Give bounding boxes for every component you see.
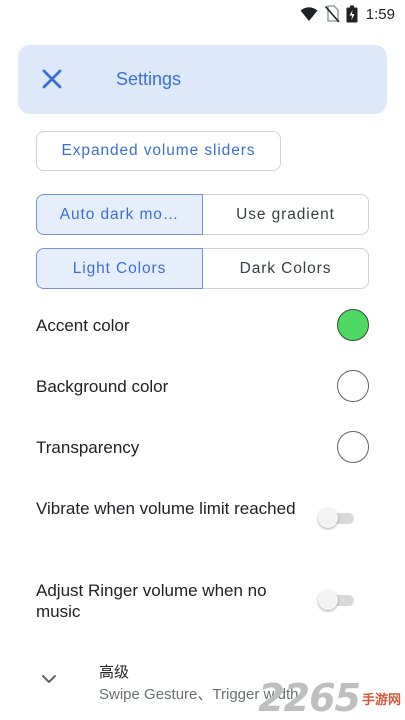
- site-watermark: 2265 手游网: [258, 676, 401, 720]
- background-color-swatch[interactable]: [337, 370, 369, 402]
- dark-colors-button[interactable]: Dark Colors: [203, 248, 369, 289]
- battery-icon: [346, 5, 358, 23]
- accent-color-swatch[interactable]: [337, 309, 369, 341]
- accent-color-label: Accent color: [36, 316, 130, 335]
- use-gradient-button[interactable]: Use gradient: [203, 194, 369, 235]
- watermark-text: 手游网: [361, 691, 401, 707]
- light-colors-button[interactable]: Light Colors: [36, 248, 203, 289]
- expanded-volume-sliders-button[interactable]: Expanded volume sliders: [36, 131, 281, 171]
- ringer-no-music-label: Adjust Ringer volume when no music: [36, 581, 267, 621]
- ringer-no-music-switch[interactable]: [318, 589, 358, 611]
- vibrate-limit-switch[interactable]: [318, 507, 358, 529]
- background-color-label: Background color: [36, 377, 169, 396]
- page-title: Settings: [116, 69, 182, 89]
- advanced-title: 高级: [99, 664, 130, 681]
- header-card: Settings: [18, 45, 387, 114]
- theme-segmented-control: Auto dark mo… Use gradient: [36, 194, 369, 235]
- watermark-number: 2265: [258, 676, 361, 720]
- no-sim-icon: [324, 5, 340, 23]
- color-mode-segmented-control: Light Colors Dark Colors: [36, 248, 369, 289]
- status-bar: 1:59: [0, 0, 405, 30]
- auto-dark-mode-button[interactable]: Auto dark mo…: [36, 194, 203, 235]
- status-time: 1:59: [365, 5, 395, 23]
- vibrate-limit-label: Vibrate when volume limit reached: [36, 499, 296, 518]
- transparency-swatch[interactable]: [337, 431, 369, 463]
- close-icon[interactable]: [40, 67, 64, 91]
- status-icons: 1:59: [300, 5, 395, 23]
- switch-thumb: [318, 590, 338, 610]
- chevron-down-icon: [42, 675, 56, 683]
- transparency-label: Transparency: [36, 438, 140, 457]
- wifi-icon: [300, 7, 318, 21]
- switch-thumb: [318, 508, 338, 528]
